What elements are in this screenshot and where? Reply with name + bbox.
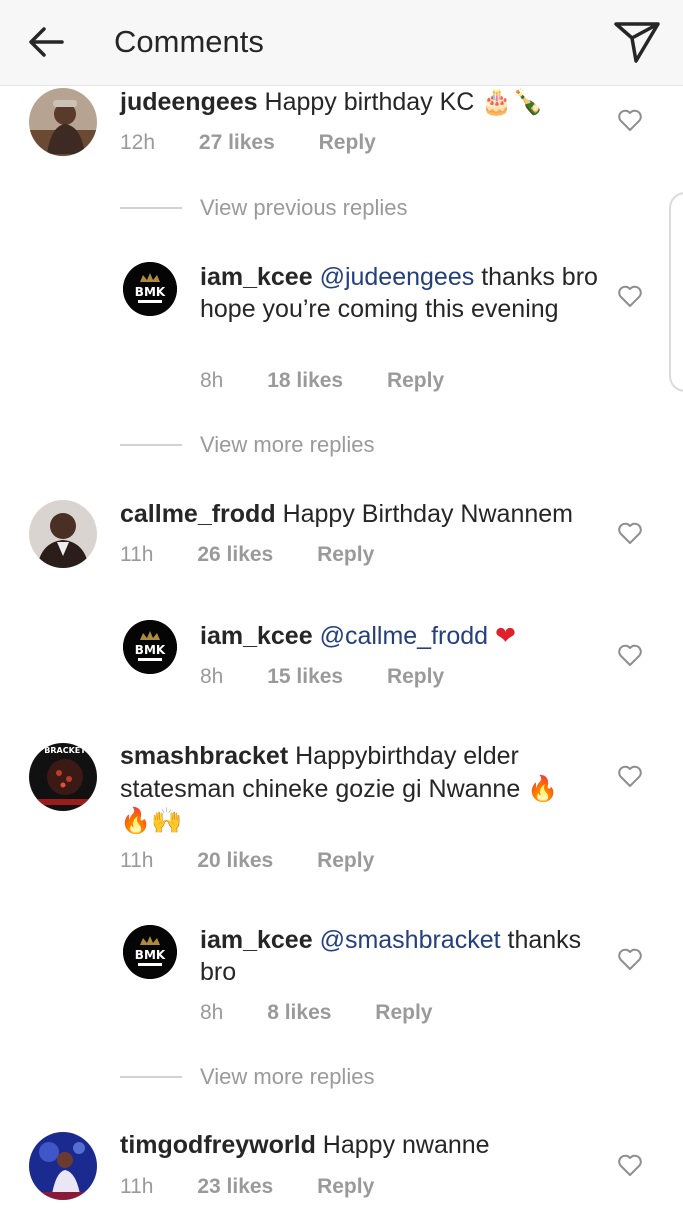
avatar[interactable]	[29, 500, 97, 568]
divider	[120, 207, 182, 209]
view-replies-label: View more replies	[200, 1064, 375, 1089]
likes-count[interactable]: 18 likes	[267, 369, 343, 393]
timestamp: 11h	[120, 849, 154, 872]
reply-button[interactable]: Reply	[317, 849, 374, 873]
view-more-replies[interactable]: View more replies	[120, 432, 374, 458]
view-more-replies[interactable]: View more replies	[120, 1064, 374, 1090]
bmk-logo-text: BMK	[135, 948, 166, 962]
heart-icon[interactable]	[617, 284, 643, 308]
avatar[interactable]: BMK	[123, 262, 177, 316]
fire-emoji: 🔥	[527, 773, 559, 803]
reply-button[interactable]: Reply	[317, 543, 374, 567]
timestamp: 8h	[200, 1001, 224, 1024]
comment-meta: 12h 27 likes Reply	[120, 131, 376, 155]
reply-button[interactable]: Reply	[387, 665, 444, 689]
timestamp: 8h	[200, 369, 224, 392]
timestamp: 11h	[120, 1175, 154, 1198]
heart-icon[interactable]	[617, 947, 643, 971]
divider	[120, 444, 182, 446]
red-heart-emoji: ❤	[495, 621, 516, 650]
likes-count[interactable]: 27 likes	[199, 131, 275, 155]
reply-meta: 8h 18 likes Reply	[200, 369, 444, 393]
comment-text: timgodfreyworld Happy nwanne	[120, 1130, 600, 1162]
share-button[interactable]	[612, 20, 662, 64]
comment-body: Happy birthday KC	[264, 88, 475, 116]
reply-button[interactable]: Reply	[317, 1175, 374, 1199]
bracket-logo-text: BRACKET	[44, 746, 86, 755]
username[interactable]: iam_kcee	[200, 263, 313, 291]
bmk-logo-text: BMK	[135, 643, 166, 657]
username[interactable]: iam_kcee	[200, 622, 313, 650]
reply-button[interactable]: Reply	[375, 1001, 432, 1025]
avatar[interactable]: BMK	[123, 925, 177, 979]
heart-icon[interactable]	[617, 521, 643, 545]
reply-meta: 8h 8 likes Reply	[200, 1001, 432, 1025]
likes-count[interactable]: 26 likes	[197, 543, 273, 567]
edge-handle[interactable]	[669, 192, 683, 392]
comment-text: smashbracket Happybirthday elder statesm…	[120, 741, 590, 838]
page-title: Comments	[114, 24, 264, 59]
paper-plane-icon	[614, 22, 660, 63]
timestamp: 8h	[200, 665, 224, 688]
timestamp: 11h	[120, 543, 154, 566]
reply-text: iam_kcee @callme_frodd ❤	[200, 620, 600, 653]
reply-meta: 8h 15 likes Reply	[200, 665, 444, 689]
avatar[interactable]	[29, 1132, 97, 1200]
comment-meta: 11h 26 likes Reply	[120, 543, 374, 567]
username[interactable]: callme_frodd	[120, 500, 276, 528]
username[interactable]: judeengees	[120, 88, 258, 116]
comment-text: judeengees Happy birthday KC 🎂🍾	[120, 86, 580, 119]
likes-count[interactable]: 20 likes	[197, 849, 273, 873]
reply-text: iam_kcee @smashbracket thanks bro	[200, 925, 600, 988]
top-bar: Comments	[0, 0, 683, 86]
comment-text: callme_frodd Happy Birthday Nwannem	[120, 499, 600, 531]
fire-raised-hands-emoji: 🔥🙌	[120, 806, 183, 835]
timestamp: 12h	[120, 131, 156, 154]
arrow-left-icon	[29, 27, 64, 57]
heart-icon[interactable]	[617, 108, 643, 132]
view-replies-label: View more replies	[200, 432, 375, 457]
heart-icon[interactable]	[617, 764, 643, 788]
likes-count[interactable]: 15 likes	[267, 665, 343, 689]
back-button[interactable]	[26, 24, 66, 60]
avatar[interactable]: BMK	[123, 620, 177, 674]
avatar[interactable]	[29, 88, 97, 156]
view-previous-replies[interactable]: View previous replies	[120, 195, 407, 221]
mention-link[interactable]: @callme_frodd	[320, 622, 489, 650]
likes-count[interactable]: 23 likes	[197, 1175, 273, 1199]
comment-meta: 11h 20 likes Reply	[120, 849, 374, 873]
bmk-logo-text: BMK	[135, 285, 166, 299]
username[interactable]: timgodfreyworld	[120, 1131, 316, 1159]
likes-count[interactable]: 8 likes	[267, 1001, 331, 1025]
mention-link[interactable]: @judeengees	[320, 263, 475, 291]
mention-link[interactable]: @smashbracket	[320, 926, 501, 954]
divider	[120, 1076, 182, 1078]
username[interactable]: smashbracket	[120, 742, 288, 770]
cake-bottle-emoji: 🎂🍾	[481, 87, 544, 116]
reply-button[interactable]: Reply	[387, 369, 444, 393]
username[interactable]: iam_kcee	[200, 926, 313, 954]
avatar[interactable]: BRACKET	[29, 743, 97, 811]
comment-body: Happy Birthday Nwannem	[282, 500, 573, 528]
reply-button[interactable]: Reply	[319, 131, 376, 155]
reply-text: iam_kcee @judeengees thanks bro hope you…	[200, 262, 600, 325]
comment-body: Happy nwanne	[322, 1131, 490, 1159]
heart-icon[interactable]	[617, 643, 643, 667]
heart-icon[interactable]	[617, 1153, 643, 1177]
view-replies-label: View previous replies	[200, 195, 408, 220]
comment-meta: 11h 23 likes Reply	[120, 1175, 374, 1199]
